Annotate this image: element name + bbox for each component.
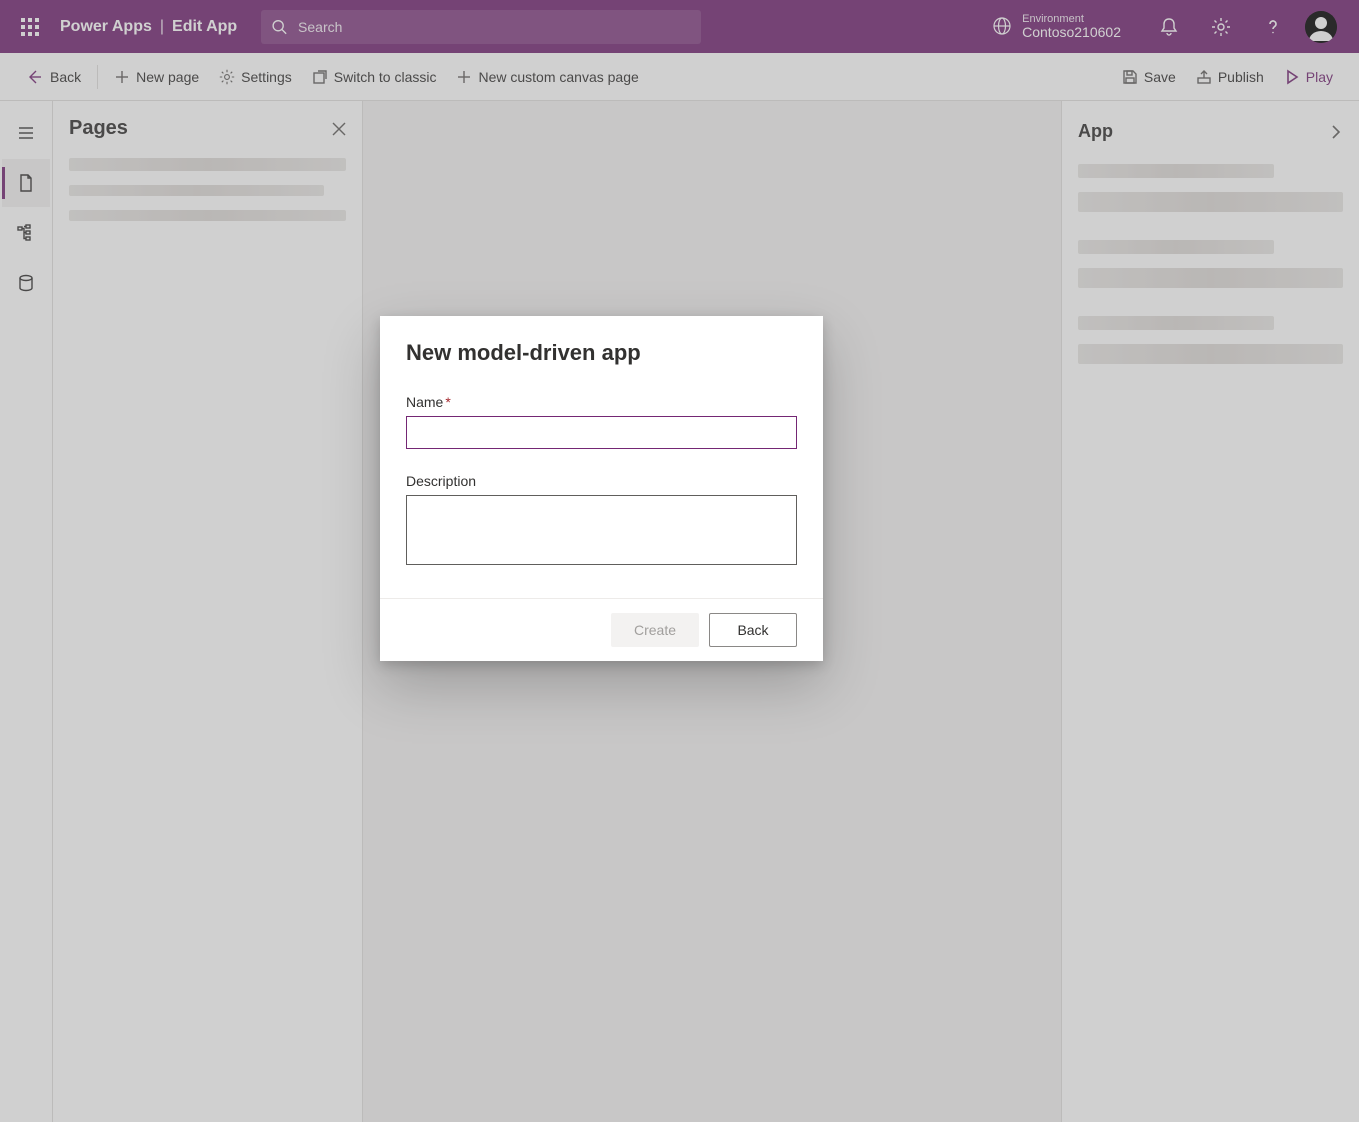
modal-title: New model-driven app	[406, 340, 797, 366]
description-label: Description	[406, 473, 797, 489]
create-button[interactable]: Create	[611, 613, 699, 647]
new-app-modal: New model-driven app Name* Description C…	[380, 316, 823, 661]
description-input[interactable]	[406, 495, 797, 565]
modal-footer: Create Back	[380, 598, 823, 661]
modal-back-button[interactable]: Back	[709, 613, 797, 647]
name-label: Name*	[406, 394, 797, 410]
name-input[interactable]	[406, 416, 797, 449]
